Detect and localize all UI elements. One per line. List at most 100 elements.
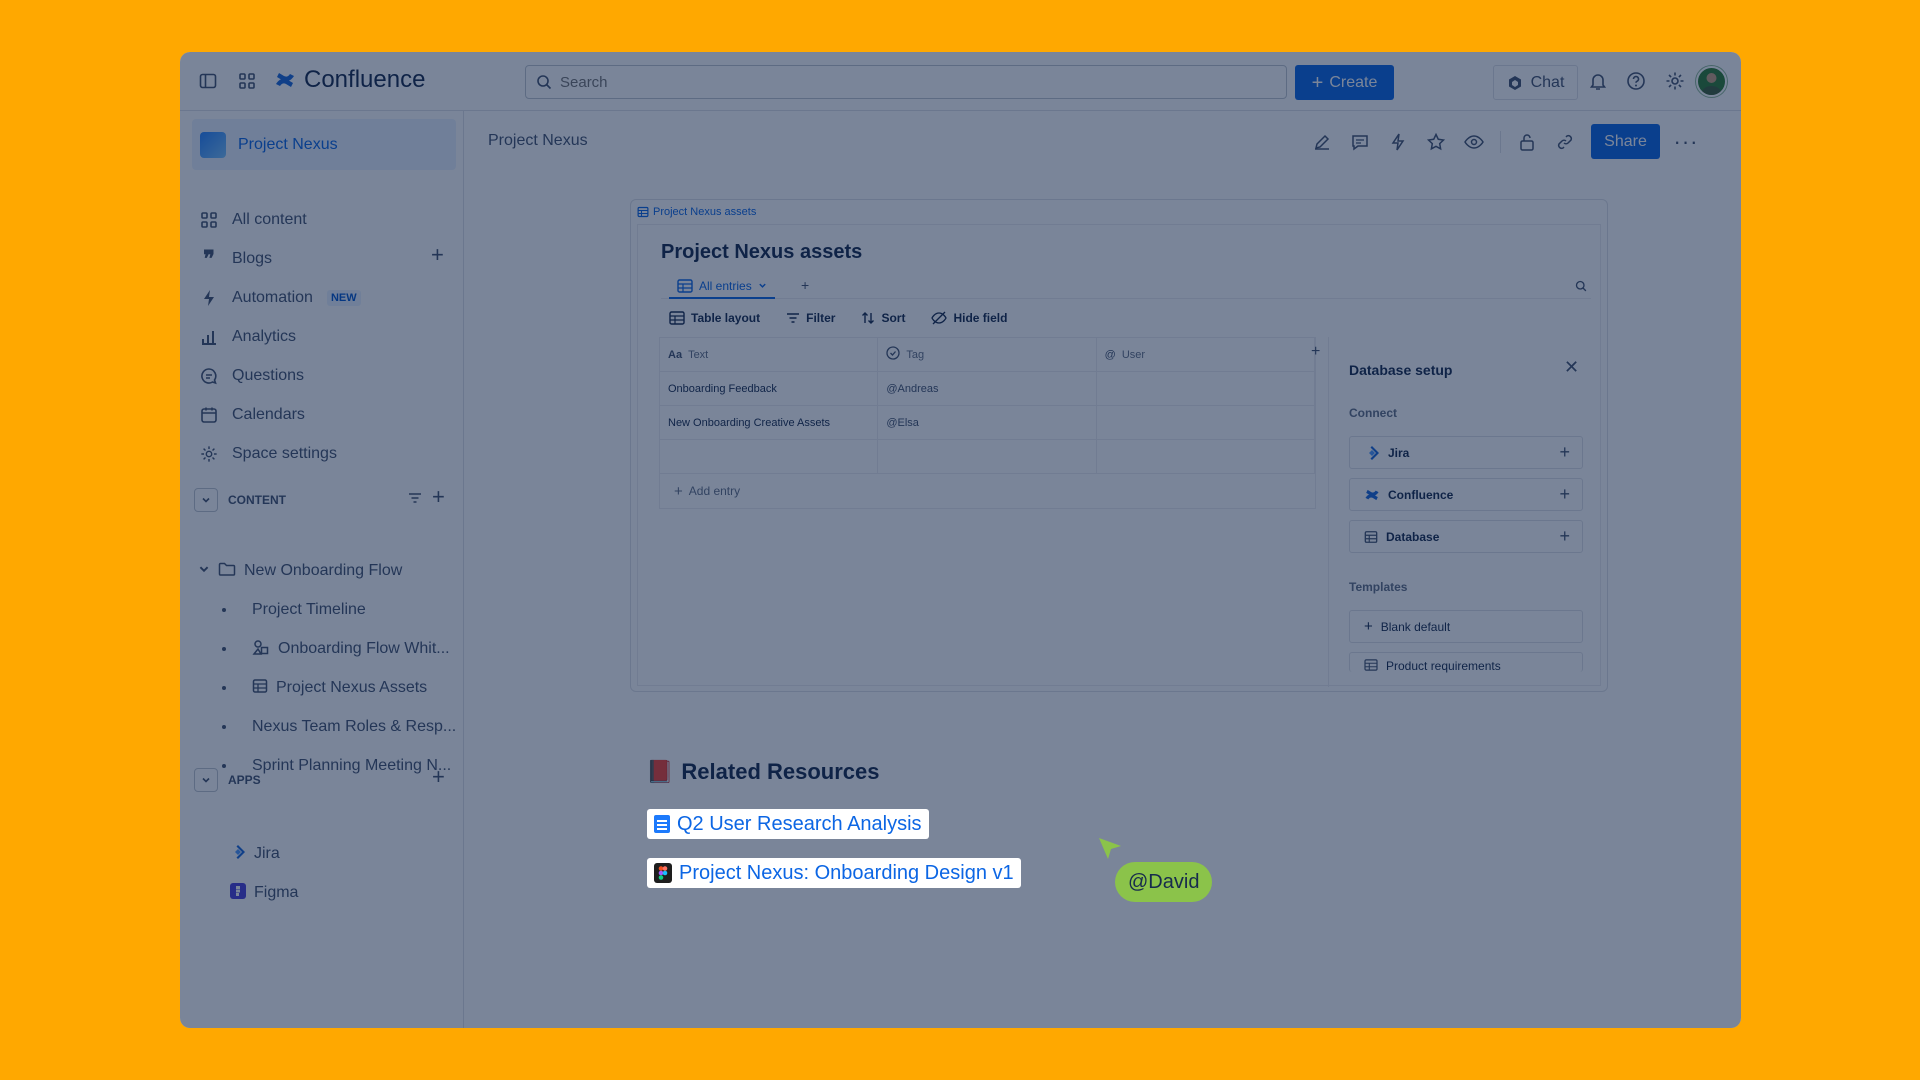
app-switcher-icon[interactable] (234, 68, 260, 94)
plus-icon[interactable]: + (1559, 526, 1570, 547)
sort-icon (862, 312, 875, 324)
add-content-icon[interactable]: + (432, 484, 445, 510)
help-icon[interactable] (1623, 68, 1649, 94)
edit-icon[interactable] (1310, 130, 1334, 154)
jira-icon (230, 844, 246, 865)
link-q2-user-research[interactable]: Q2 User Research Analysis (647, 809, 929, 839)
more-icon[interactable]: ··· (1674, 129, 1698, 154)
sidebar-item-calendars[interactable]: Calendars (198, 400, 305, 430)
eye-off-icon (931, 311, 948, 325)
cell-tag[interactable] (878, 440, 1097, 473)
template-blank-default[interactable]: + Blank default (1349, 610, 1583, 643)
text-type-icon: Aa (668, 348, 683, 361)
tree-item-project-nexus-assets[interactable]: Project Nexus Assets (222, 673, 427, 703)
link-icon[interactable] (1553, 130, 1577, 154)
add-app-icon[interactable]: + (432, 764, 445, 790)
database-table: Aa Text Tag @ User + Onboarding Feedback @… (659, 337, 1320, 509)
cell-user[interactable] (1097, 372, 1315, 405)
sidebar-item-blogs[interactable]: ❞ Blogs (198, 244, 272, 274)
space-icon (200, 131, 226, 158)
cell-tag[interactable]: @Elsa (878, 406, 1097, 439)
chevron-down-icon[interactable] (194, 488, 218, 512)
chevron-down-icon[interactable] (194, 768, 218, 792)
close-icon[interactable]: ✕ (1564, 357, 1579, 378)
comment-icon[interactable] (1348, 130, 1372, 154)
connector-label: Database (1386, 529, 1440, 544)
settings-icon[interactable] (1662, 68, 1688, 94)
tree-item-label: Onboarding Flow Whit... (278, 640, 450, 657)
connect-confluence-item[interactable]: Confluence + (1349, 478, 1583, 511)
connect-database-item[interactable]: Database + (1349, 520, 1583, 553)
table-icon (669, 311, 685, 325)
link-label: Q2 User Research Analysis (677, 812, 922, 835)
cell-text[interactable] (660, 440, 879, 473)
app-item-jira[interactable]: Jira (230, 839, 280, 869)
notifications-icon[interactable] (1585, 68, 1611, 94)
create-button[interactable]: + Create (1295, 65, 1394, 100)
tree-item-project-timeline[interactable]: Project Timeline (222, 595, 366, 625)
cell-tag[interactable]: @Andreas (878, 372, 1097, 405)
apps-section-header[interactable]: APPS (194, 766, 261, 794)
chevron-down-icon[interactable] (198, 562, 210, 580)
unlock-icon[interactable] (1515, 130, 1539, 154)
sidebar-toggle-icon[interactable] (195, 68, 221, 94)
database-link[interactable]: Project Nexus assets (637, 206, 756, 218)
filter-icon (787, 313, 800, 323)
cell-text[interactable]: Onboarding Feedback (660, 372, 879, 405)
table-row[interactable] (660, 440, 1315, 474)
book-emoji-icon: 📕 (646, 759, 674, 784)
app-item-figma[interactable]: Figma (230, 878, 298, 908)
sidebar-item-analytics[interactable]: Analytics (198, 322, 296, 352)
share-button[interactable]: Share (1591, 124, 1660, 159)
plus-icon[interactable]: + (1559, 442, 1570, 463)
column-header-text[interactable]: Aa Text (660, 338, 879, 371)
plus-icon[interactable]: + (1559, 484, 1570, 505)
sidebar-item-automation[interactable]: Automation NEW (198, 283, 361, 313)
user-avatar[interactable] (1696, 66, 1727, 97)
sidebar-item-space-settings[interactable]: Space settings (198, 439, 337, 469)
sort-button[interactable]: Sort (861, 311, 905, 325)
sidebar-item-questions[interactable]: Questions (198, 361, 304, 391)
template-label: Product requirements (1386, 659, 1501, 673)
cell-user[interactable] (1097, 440, 1315, 473)
connect-jira-item[interactable]: Jira + (1349, 436, 1583, 469)
confluence-logo[interactable]: Confluence (274, 66, 425, 94)
watch-eye-icon[interactable] (1462, 130, 1486, 154)
tree-folder-new-onboarding-flow[interactable]: New Onboarding Flow (198, 556, 402, 586)
hide-field-button[interactable]: Hide field (931, 311, 1007, 325)
link-onboarding-design[interactable]: Project Nexus: Onboarding Design v1 (647, 858, 1021, 888)
page-toolbar: Share ··· (1310, 124, 1698, 159)
content-section-header[interactable]: CONTENT (194, 486, 286, 514)
lightning-icon[interactable] (1386, 130, 1410, 154)
at-sign-icon: @ (1104, 348, 1116, 361)
add-blog-icon[interactable]: + (431, 242, 444, 268)
column-header-tag[interactable]: Tag (878, 338, 1097, 371)
column-header-user[interactable]: @ User (1097, 338, 1315, 371)
add-view-icon[interactable]: + (801, 277, 809, 293)
template-product-requirements[interactable]: Product requirements (1349, 652, 1583, 673)
star-icon[interactable] (1424, 130, 1448, 154)
space-header[interactable]: Project Nexus (192, 119, 456, 170)
search-input[interactable] (560, 73, 1260, 91)
cell-text[interactable]: New Onboarding Creative Assets (660, 406, 879, 439)
table-layout-button[interactable]: Table layout (669, 311, 760, 325)
filter-button[interactable]: Filter (786, 311, 835, 325)
sidebar-item-all-content[interactable]: All content (198, 205, 307, 235)
speech-bubble-icon (198, 365, 220, 387)
column-label: Text (688, 348, 709, 361)
cell-user[interactable] (1097, 406, 1315, 439)
add-entry-button[interactable]: + Add entry (660, 474, 1315, 508)
breadcrumb[interactable]: Project Nexus (488, 132, 588, 150)
table-row[interactable]: Onboarding Feedback @Andreas (660, 372, 1315, 406)
tree-item-onboarding-flow-whiteboard[interactable]: Onboarding Flow Whit... (222, 634, 450, 664)
search-icon[interactable] (1575, 279, 1587, 297)
add-column-icon[interactable]: + (1311, 343, 1320, 361)
chat-button[interactable]: Chat (1493, 65, 1578, 100)
tree-item-nexus-team-roles[interactable]: Nexus Team Roles & Resp... (222, 712, 456, 742)
filter-icon[interactable] (408, 491, 422, 510)
database-icon (1364, 530, 1378, 543)
bullet-icon (222, 725, 226, 729)
tab-all-entries[interactable]: All entries (669, 275, 775, 299)
search-box[interactable] (525, 65, 1287, 99)
table-row[interactable]: New Onboarding Creative Assets @Elsa (660, 406, 1315, 440)
